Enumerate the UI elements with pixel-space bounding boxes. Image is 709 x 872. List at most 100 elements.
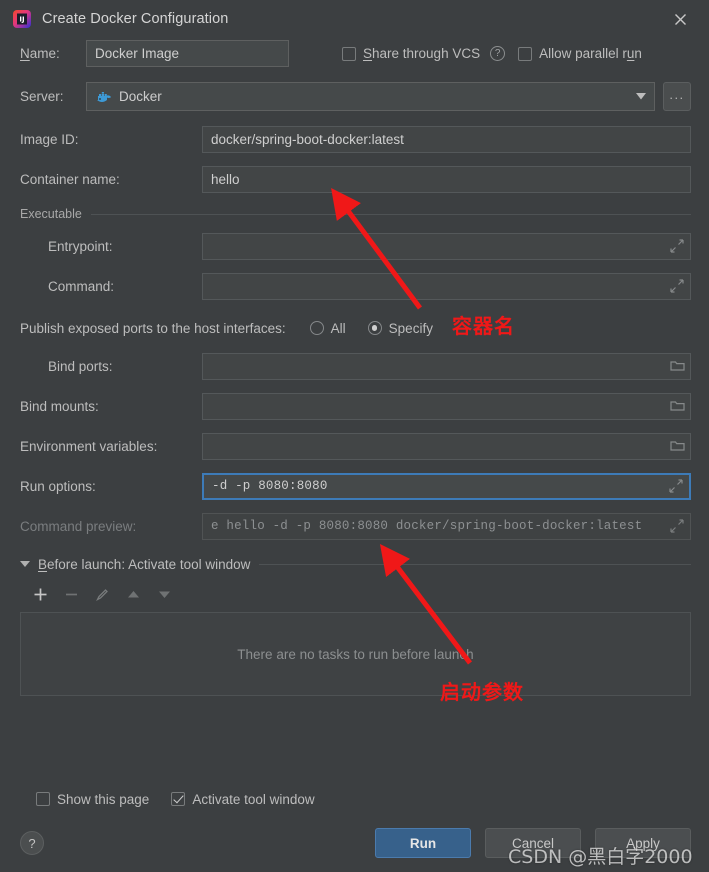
command-preview-input: e hello -d -p 8080:8080 docker/spring-bo… bbox=[202, 512, 691, 540]
share-through-vcs-box bbox=[342, 46, 356, 61]
command-row: Command: bbox=[20, 271, 691, 301]
run-options-row: Run options: -d -p 8080:8080 bbox=[20, 471, 691, 501]
apply-button-label: Apply bbox=[626, 835, 660, 851]
before-launch-separator bbox=[259, 563, 691, 565]
allow-parallel-run-label: Allow parallel run bbox=[539, 46, 642, 61]
radio-all-label: All bbox=[330, 320, 346, 336]
image-id-label: Image ID: bbox=[20, 131, 79, 147]
environment-variables-label: Environment variables: bbox=[20, 438, 158, 454]
expand-icon[interactable] bbox=[670, 239, 684, 253]
expand-icon[interactable] bbox=[669, 479, 683, 493]
share-through-vcs-checkbox[interactable]: Share through VCS bbox=[342, 46, 480, 61]
server-combobox[interactable]: Docker bbox=[86, 82, 655, 111]
bind-mounts-label: Bind mounts: bbox=[20, 398, 99, 414]
intellij-idea-icon: IJ bbox=[12, 9, 32, 29]
run-button[interactable]: Run bbox=[375, 828, 471, 858]
expand-icon[interactable] bbox=[670, 279, 684, 293]
publish-ports-radio-all[interactable]: All bbox=[309, 320, 346, 336]
folder-icon[interactable] bbox=[670, 399, 685, 413]
entrypoint-row: Entrypoint: bbox=[20, 231, 691, 261]
radio-all-circle bbox=[309, 321, 324, 335]
svg-text:IJ: IJ bbox=[19, 16, 24, 24]
bind-ports-row: Bind ports: bbox=[20, 351, 691, 381]
command-preview-row: Command preview: e hello -d -p 8080:8080… bbox=[20, 511, 691, 541]
entrypoint-input[interactable] bbox=[202, 232, 691, 260]
container-name-input[interactable]: hello bbox=[202, 165, 691, 193]
folder-icon[interactable] bbox=[670, 439, 685, 453]
publish-ports-row: Publish exposed ports to the host interf… bbox=[20, 313, 691, 343]
chevron-down-icon[interactable] bbox=[628, 93, 654, 100]
publish-ports-label: Publish exposed ports to the host interf… bbox=[20, 320, 286, 336]
footer-buttons: ? Run Cancel Apply bbox=[20, 828, 691, 858]
server-label: Server: bbox=[20, 89, 64, 104]
entrypoint-label: Entrypoint: bbox=[48, 238, 113, 254]
minus-icon bbox=[63, 586, 80, 603]
executable-section-separator: Executable bbox=[20, 203, 691, 225]
dialog-title: Create Docker Configuration bbox=[42, 11, 229, 27]
show-this-page-box bbox=[36, 792, 50, 806]
configuration-form: Name: Docker Image Share through VCS ? A… bbox=[0, 38, 709, 774]
bind-mounts-row: Bind mounts: bbox=[20, 391, 691, 421]
server-browse-label: ... bbox=[669, 87, 685, 102]
bind-mounts-input[interactable] bbox=[202, 392, 691, 420]
help-icon: ? bbox=[28, 835, 36, 851]
name-row: Name: Docker Image Share through VCS ? A… bbox=[20, 38, 691, 69]
docker-whale-icon bbox=[96, 90, 112, 104]
environment-variables-input[interactable] bbox=[202, 432, 691, 460]
separator-line bbox=[90, 213, 691, 215]
run-options-input[interactable]: -d -p 8080:8080 bbox=[202, 472, 691, 500]
allow-parallel-run-box bbox=[518, 46, 533, 61]
help-button[interactable]: ? bbox=[20, 831, 44, 855]
arrow-down-icon bbox=[156, 586, 173, 603]
cancel-button[interactable]: Cancel bbox=[485, 828, 581, 858]
before-launch-label: Before launch: Activate tool window bbox=[38, 556, 251, 572]
share-through-vcs-label: Share through VCS bbox=[363, 46, 481, 61]
before-launch-empty-text: There are no tasks to run before launch bbox=[237, 646, 474, 662]
run-options-value: -d -p 8080:8080 bbox=[212, 479, 328, 493]
cancel-button-label: Cancel bbox=[511, 835, 555, 851]
dialog-titlebar: IJ Create Docker Configuration bbox=[0, 0, 709, 38]
server-row: Server: Docker ... bbox=[20, 81, 691, 112]
run-options-label: Run options: bbox=[20, 478, 96, 494]
executable-section-label: Executable bbox=[20, 207, 82, 221]
footer-checkboxes: Show this page Activate tool window bbox=[20, 784, 691, 814]
server-browse-button[interactable]: ... bbox=[663, 82, 691, 111]
before-launch-header[interactable]: Before launch: Activate tool window bbox=[20, 553, 691, 575]
container-name-value: hello bbox=[211, 171, 240, 187]
command-preview-label: Command preview: bbox=[20, 518, 137, 534]
bind-ports-input[interactable] bbox=[202, 352, 691, 380]
plus-icon[interactable] bbox=[32, 586, 49, 603]
name-label: Name: bbox=[20, 46, 60, 61]
create-docker-configuration-dialog: IJ Create Docker Configuration Name: Doc… bbox=[0, 0, 709, 872]
activate-tool-window-box bbox=[171, 792, 186, 806]
action-buttons: Run Cancel Apply bbox=[375, 828, 691, 858]
before-launch-tasks-list[interactable]: There are no tasks to run before launch bbox=[20, 612, 691, 696]
activate-tool-window-checkbox[interactable]: Activate tool window bbox=[171, 792, 315, 807]
name-input-value: Docker Image bbox=[95, 46, 180, 61]
bind-ports-label: Bind ports: bbox=[48, 358, 113, 374]
show-this-page-checkbox[interactable]: Show this page bbox=[36, 792, 149, 807]
show-this-page-label: Show this page bbox=[57, 791, 150, 807]
before-launch-toolbar bbox=[20, 579, 691, 609]
arrow-up-icon bbox=[125, 586, 142, 603]
close-icon[interactable] bbox=[667, 6, 693, 32]
run-button-label: Run bbox=[409, 835, 437, 851]
server-value: Docker bbox=[119, 89, 162, 104]
radio-specify-circle bbox=[367, 321, 382, 335]
publish-ports-radio-specify[interactable]: Specify bbox=[367, 321, 433, 336]
command-label: Command: bbox=[48, 278, 115, 294]
command-input[interactable] bbox=[202, 272, 691, 300]
folder-icon[interactable] bbox=[670, 359, 685, 373]
apply-button[interactable]: Apply bbox=[595, 828, 691, 858]
question-mark-icon[interactable]: ? bbox=[490, 46, 506, 61]
expand-icon[interactable] bbox=[670, 519, 684, 533]
container-name-label: Container name: bbox=[20, 171, 120, 187]
dialog-footer: Show this page Activate tool window ? Ru… bbox=[0, 774, 709, 872]
allow-parallel-run-checkbox[interactable]: Allow parallel run bbox=[518, 46, 642, 61]
image-id-row: Image ID: docker/spring-boot-docker:late… bbox=[20, 124, 691, 154]
pencil-icon bbox=[94, 586, 111, 603]
name-input[interactable]: Docker Image bbox=[86, 40, 289, 67]
image-id-value: docker/spring-boot-docker:latest bbox=[211, 131, 404, 147]
image-id-input[interactable]: docker/spring-boot-docker:latest bbox=[202, 125, 691, 153]
triangle-down-icon[interactable] bbox=[20, 561, 30, 567]
